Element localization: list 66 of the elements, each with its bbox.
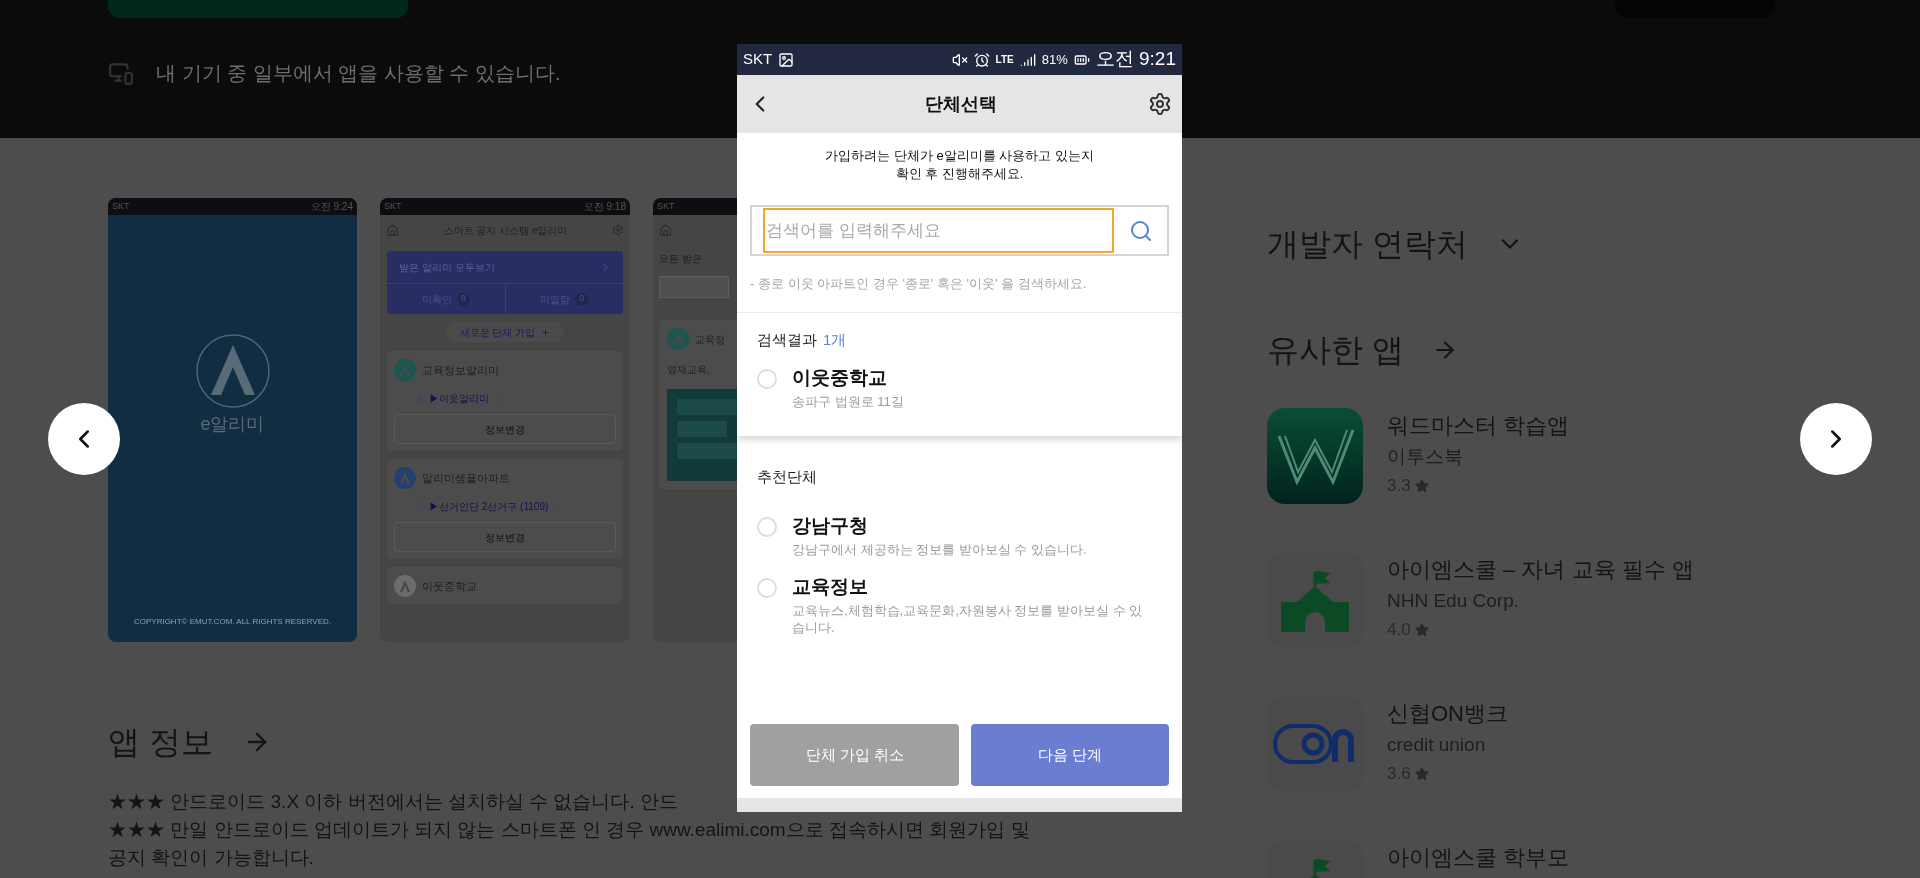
organization-name[interactable]: 이웃중학교 bbox=[792, 365, 1152, 391]
app-name[interactable]: 워드마스터 학습앱 bbox=[1387, 410, 1570, 442]
app-name[interactable]: 신협ON뱅크 bbox=[1387, 698, 1508, 730]
alarm-icon bbox=[973, 51, 990, 68]
settings-icon[interactable] bbox=[1148, 92, 1172, 116]
copyright-text: COPYRIGHT© EMUT.COM. ALL RIGHTS RESERVED. bbox=[132, 616, 332, 628]
recommended-label: 추천단체 bbox=[756, 467, 818, 487]
organization-detail: 강남구에서 제공하는 정보를 받아보실 수 있습니다. bbox=[792, 540, 1088, 558]
next-step-button[interactable]: 다음 단계 bbox=[971, 724, 1169, 786]
network-text: LTE bbox=[995, 53, 1014, 67]
time-text: 오전 9:21 bbox=[1095, 47, 1176, 72]
description-line: ★★★ 만일 안드로이드 업데이트가 되지 않는 스마트폰 인 경우 www.ealimi.com으로 접속하시면 회원가입 및 bbox=[108, 818, 1030, 842]
settings-icon bbox=[612, 224, 624, 236]
carrier-text: SKT bbox=[112, 199, 130, 213]
intro-text: 가입하려는 단체가 e알리미를 사용하고 있는지 확인 후 진행해주세요. bbox=[824, 147, 1095, 183]
logo-text: e알리미 bbox=[200, 413, 265, 436]
screen-title: 단체선택 bbox=[924, 92, 997, 116]
star-icon bbox=[1414, 479, 1429, 493]
avatar-icon bbox=[394, 467, 416, 489]
signal-icon bbox=[1019, 51, 1036, 68]
device-notice: 내 기기 중 일부에서 앱을 사용할 수 있습니다. bbox=[156, 61, 561, 86]
search-input[interactable]: 검색어를 입력해주세요 bbox=[763, 208, 1114, 253]
results-label: 검색결과 bbox=[757, 329, 817, 350]
app-name[interactable]: 아이엠스쿨 – 자녀 교육 필수 앱 bbox=[1387, 554, 1694, 586]
avatar-icon bbox=[667, 328, 689, 350]
person-icon bbox=[416, 394, 425, 403]
app-screenshot[interactable]: SKT 오전 9:24 e알리미 COPYRIGHT© EMUT.COM. ALL RIGHTS RESERVED. bbox=[108, 198, 357, 642]
person-icon bbox=[416, 502, 425, 511]
avatar-icon bbox=[394, 359, 416, 381]
image-icon bbox=[778, 51, 795, 68]
star-icon bbox=[1414, 767, 1429, 781]
logo-icon bbox=[194, 333, 271, 409]
radio-button[interactable] bbox=[757, 577, 777, 598]
radio-button[interactable] bbox=[757, 369, 777, 389]
section-title: 앱 정보 bbox=[108, 723, 213, 762]
avatar-icon bbox=[394, 575, 416, 597]
section-title: 유사한 앱 bbox=[1267, 331, 1404, 370]
organization-name[interactable]: 교육정보 bbox=[792, 573, 1152, 600]
home-icon bbox=[659, 223, 672, 237]
chevron-icon bbox=[493, 394, 502, 403]
battery-text: 81% bbox=[1041, 50, 1068, 69]
radio-button[interactable] bbox=[757, 516, 777, 537]
member-link[interactable]: ▶선거인단 2선거구 (1109) bbox=[429, 499, 549, 514]
member-link[interactable]: ▶이웃알리미 bbox=[429, 391, 489, 406]
section-title: 개발자 연락처 bbox=[1267, 225, 1468, 264]
description-line: ★★★ 안드로이드 3.X 이하 버전에서는 설치하실 수 없습니다. 안드 bbox=[108, 790, 679, 814]
star-icon bbox=[1414, 623, 1429, 637]
plus-icon bbox=[541, 327, 551, 337]
organization-name[interactable]: 강남구청 bbox=[792, 512, 1152, 539]
search-hint: - 종로 이웃 아파트인 경우 '종로' 혹은 '이웃' 을 검색하세요. bbox=[750, 275, 1087, 293]
search-icon[interactable] bbox=[1129, 218, 1153, 243]
home-icon bbox=[386, 223, 399, 237]
carrier-text: SKT bbox=[384, 199, 402, 213]
mute-icon bbox=[951, 51, 968, 68]
organization-detail: 송파구 법원로 11길 bbox=[792, 393, 905, 410]
carrier-text: SKT bbox=[743, 49, 773, 70]
app-name[interactable]: 아이엠스쿨 학부모 bbox=[1387, 842, 1570, 874]
organization-detail: 교육뉴스,체험학습,교육문화,자원봉사 정보를 받아보실 수 있습니다. bbox=[792, 601, 1144, 636]
time-text: 오전 9:24 bbox=[310, 200, 353, 214]
cancel-button[interactable]: 단체 가입 취소 bbox=[750, 724, 960, 786]
devices-icon bbox=[108, 60, 134, 86]
app-icon[interactable] bbox=[1267, 408, 1363, 504]
results-count: 1개 bbox=[823, 329, 847, 350]
time-text: 오전 9:18 bbox=[583, 200, 626, 214]
description-line: 공지 확인이 가능합니다. bbox=[108, 846, 314, 870]
carrier-text: SKT bbox=[657, 199, 675, 213]
